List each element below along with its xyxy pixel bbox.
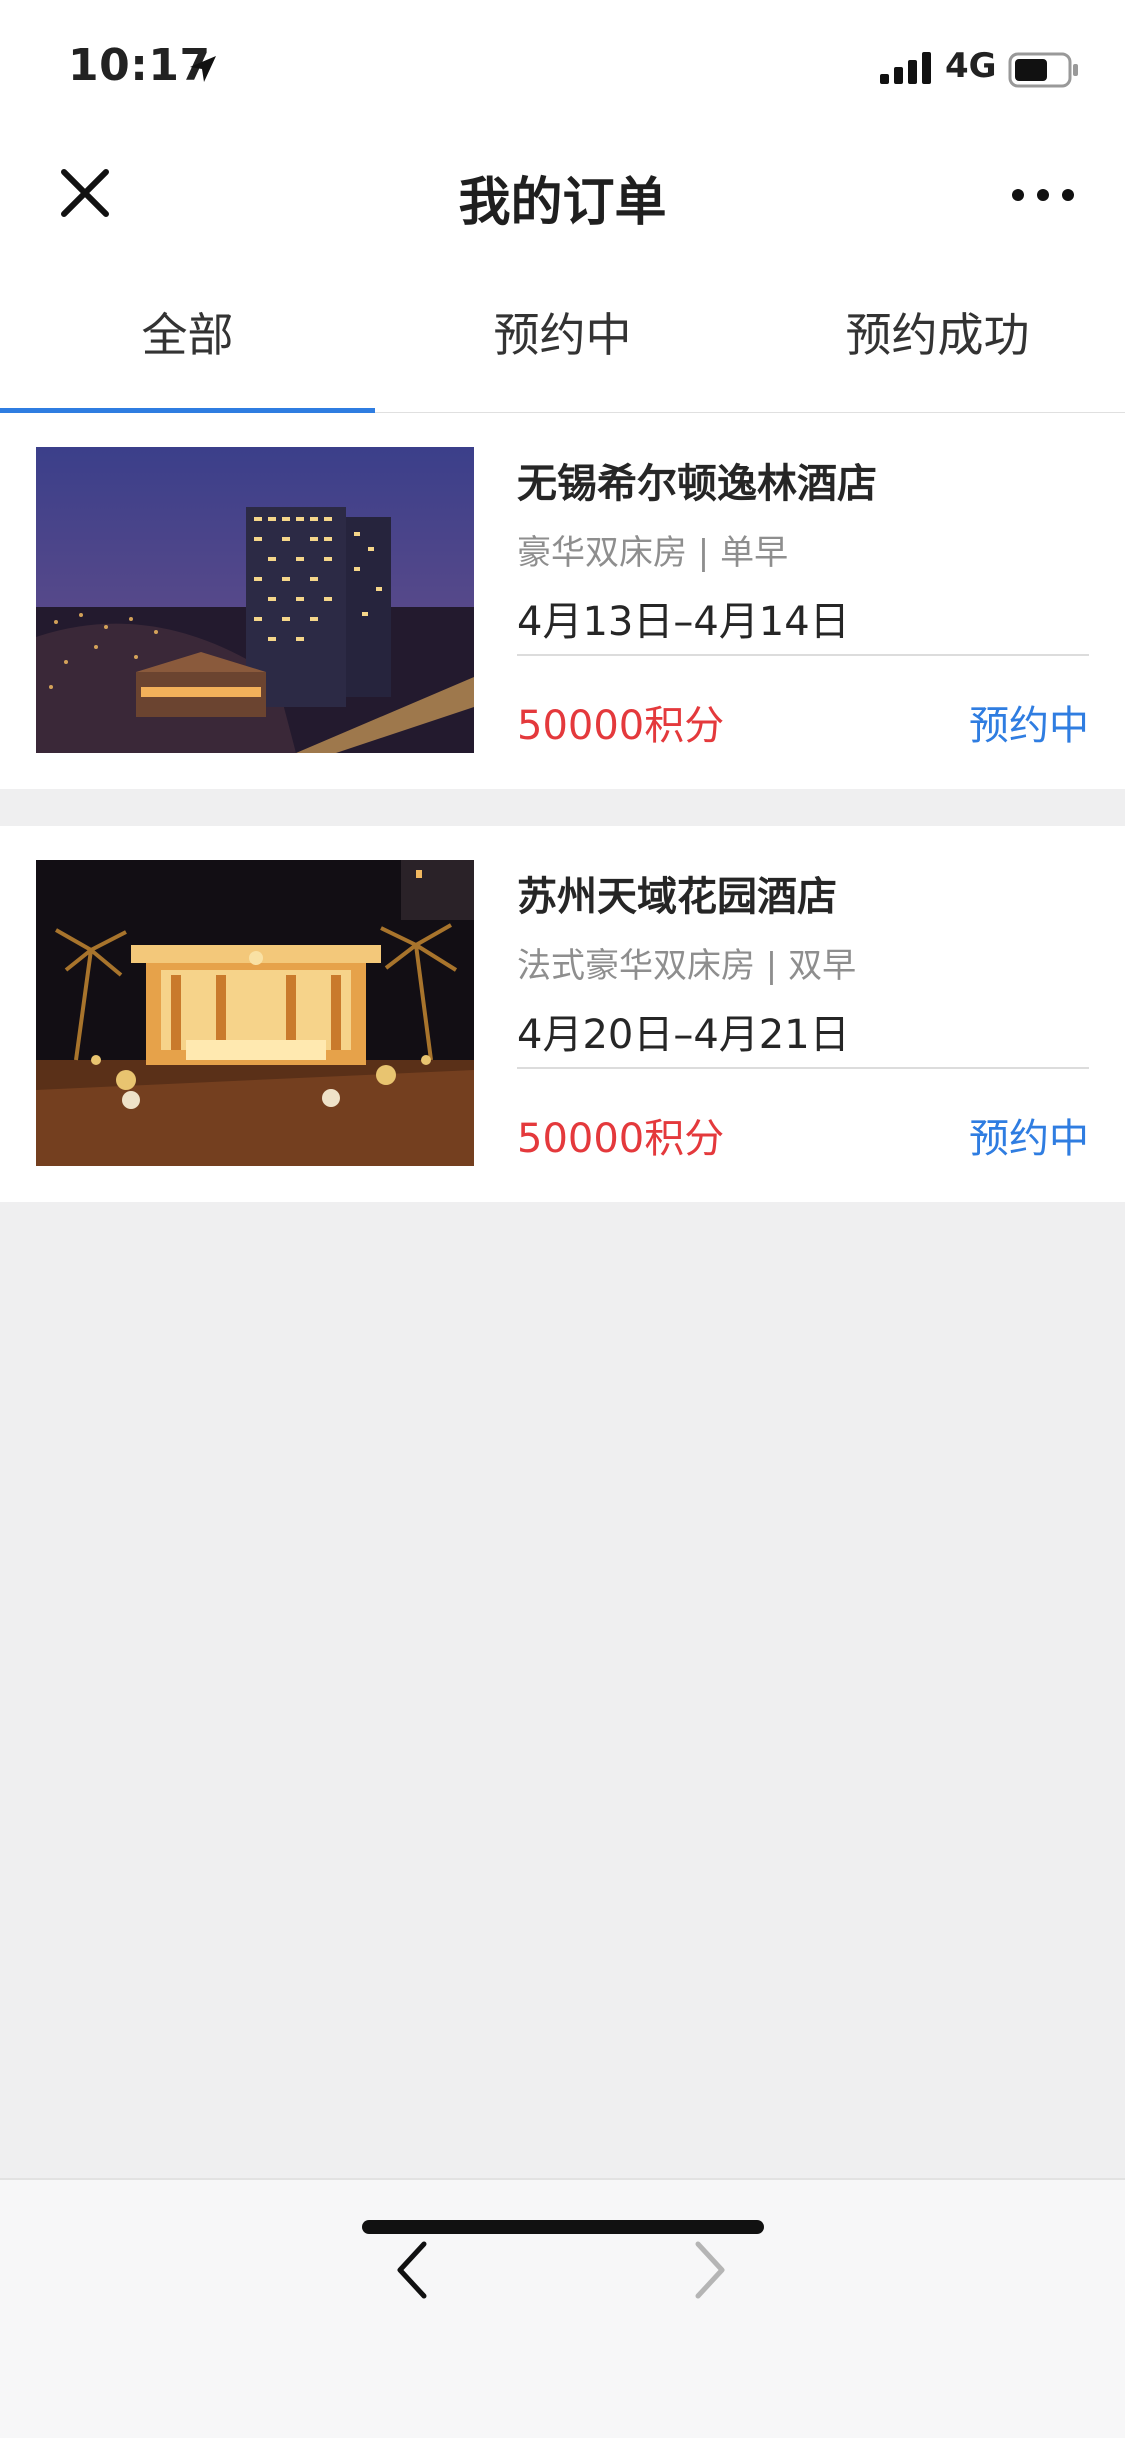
- points-price: 50000积分: [517, 1116, 725, 1162]
- hotel-photo: [36, 447, 474, 753]
- room-type: 豪华双床房 | 单早: [517, 533, 789, 573]
- location-arrow-icon: [190, 56, 216, 82]
- tab-pending[interactable]: 预约中: [375, 265, 750, 412]
- order-tabs: 全部 预约中 预约成功: [0, 265, 1125, 414]
- order-card[interactable]: 无锡希尔顿逸林酒店 豪华双床房 | 单早 4月13日–4月14日 50000积分…: [0, 413, 1125, 789]
- nav-bar: 我的订单: [0, 130, 1125, 265]
- signal-icon: [880, 52, 931, 84]
- forward-button[interactable]: [680, 2230, 740, 2310]
- hotel-name: 苏州天域花园酒店: [517, 874, 837, 920]
- stay-dates: 4月13日–4月14日: [517, 599, 850, 645]
- hotel-name: 无锡希尔顿逸林酒店: [517, 461, 877, 507]
- room-type: 法式豪华双床房 | 双早: [517, 946, 857, 986]
- more-button[interactable]: [1001, 170, 1085, 220]
- stay-dates: 4月20日–4月21日: [517, 1012, 850, 1058]
- status-badge: 预约中: [969, 703, 1089, 749]
- chevron-left-icon: [397, 2241, 427, 2299]
- status-badge: 预约中: [969, 1116, 1089, 1162]
- page-title: 我的订单: [458, 173, 667, 233]
- back-button[interactable]: [382, 2230, 442, 2310]
- divider: [517, 654, 1089, 656]
- tab-success[interactable]: 预约成功: [750, 265, 1125, 412]
- more-icon: [1012, 189, 1074, 201]
- home-indicator: [362, 2220, 764, 2234]
- divider: [517, 1067, 1089, 1069]
- tab-all[interactable]: 全部: [0, 265, 375, 414]
- battery-icon: [1008, 52, 1078, 88]
- points-price: 50000积分: [517, 703, 725, 749]
- hotel-photo: [36, 860, 474, 1166]
- chevron-right-icon: [695, 2241, 725, 2299]
- browser-toolbar: [0, 2178, 1125, 2438]
- status-bar: 10:17 4G: [0, 0, 1125, 130]
- order-card[interactable]: 苏州天域花园酒店 法式豪华双床房 | 双早 4月20日–4月21日 50000积…: [0, 826, 1125, 1202]
- network-type: 4G: [945, 46, 997, 86]
